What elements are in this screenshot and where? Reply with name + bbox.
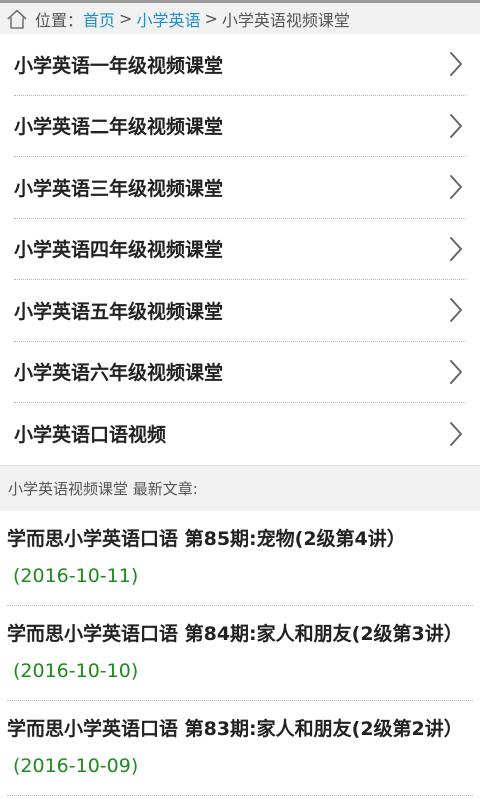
category-item[interactable]: 小学英语六年级视频课堂: [14, 342, 466, 403]
article-item[interactable]: 学而思小学英语口语 第84期:家人和朋友(2级第3讲） (2016-10-10): [7, 606, 473, 701]
category-item[interactable]: 小学英语二年级视频课堂: [14, 96, 466, 157]
breadcrumb: 位置： 首页 > 小学英语 > 小学英语视频课堂: [0, 0, 480, 34]
category-label: 小学英语二年级视频课堂: [14, 116, 224, 139]
chevron-right-icon: [448, 112, 464, 140]
latest-articles-heading: 小学英语视频课堂 最新文章:: [0, 464, 480, 511]
breadcrumb-current: 小学英语视频课堂: [221, 10, 350, 30]
category-label: 小学英语一年级视频课堂: [14, 54, 224, 77]
chevron-right-icon: [448, 296, 464, 324]
latest-articles-list: 学而思小学英语口语 第85期:宠物(2级第4讲） (2016-10-11) 学而思…: [0, 511, 480, 796]
category-label: 小学英语口语视频: [14, 424, 167, 447]
chevron-right-icon: [448, 235, 464, 263]
article-date: (2016-10-09): [13, 754, 139, 777]
category-item[interactable]: 小学英语五年级视频课堂: [14, 280, 466, 342]
article-item[interactable]: 学而思小学英语口语 第85期:宠物(2级第4讲） (2016-10-11): [7, 511, 473, 606]
article-date: (2016-10-11): [13, 564, 139, 587]
chevron-right-icon: [448, 173, 464, 201]
category-label: 小学英语三年级视频课堂: [14, 177, 224, 200]
category-item[interactable]: 小学英语三年级视频课堂: [14, 157, 466, 219]
category-item[interactable]: 小学英语四年级视频课堂: [14, 219, 466, 280]
category-item[interactable]: 小学英语一年级视频课堂: [14, 34, 466, 96]
breadcrumb-home-link[interactable]: 首页: [83, 7, 115, 31]
category-list: 小学英语一年级视频课堂 小学英语二年级视频课堂 小学英语三年级视频课堂 小学英语…: [0, 34, 480, 465]
chevron-right-icon: [448, 358, 464, 386]
breadcrumb-prefix: 位置：: [35, 10, 84, 30]
category-label: 小学英语四年级视频课堂: [14, 239, 224, 262]
article-title[interactable]: 学而思小学英语口语 第84期:家人和朋友(2级第3讲）: [7, 623, 463, 645]
category-label: 小学英语六年级视频课堂: [14, 362, 224, 385]
home-icon[interactable]: [6, 8, 28, 30]
chevron-right-icon: [448, 420, 464, 448]
article-title[interactable]: 学而思小学英语口语 第83期:家人和朋友(2级第2讲）: [7, 718, 463, 740]
category-item[interactable]: 小学英语口语视频: [14, 403, 466, 465]
article-item[interactable]: 学而思小学英语口语 第83期:家人和朋友(2级第2讲） (2016-10-09): [7, 701, 473, 796]
breadcrumb-separator: >: [204, 9, 218, 28]
article-date: (2016-10-10): [13, 659, 139, 682]
chevron-right-icon: [448, 50, 464, 78]
breadcrumb-section-link[interactable]: 小学英语: [136, 7, 200, 31]
article-title[interactable]: 学而思小学英语口语 第85期:宠物(2级第4讲）: [7, 528, 406, 550]
breadcrumb-separator: >: [119, 9, 133, 28]
category-label: 小学英语五年级视频课堂: [14, 300, 224, 323]
